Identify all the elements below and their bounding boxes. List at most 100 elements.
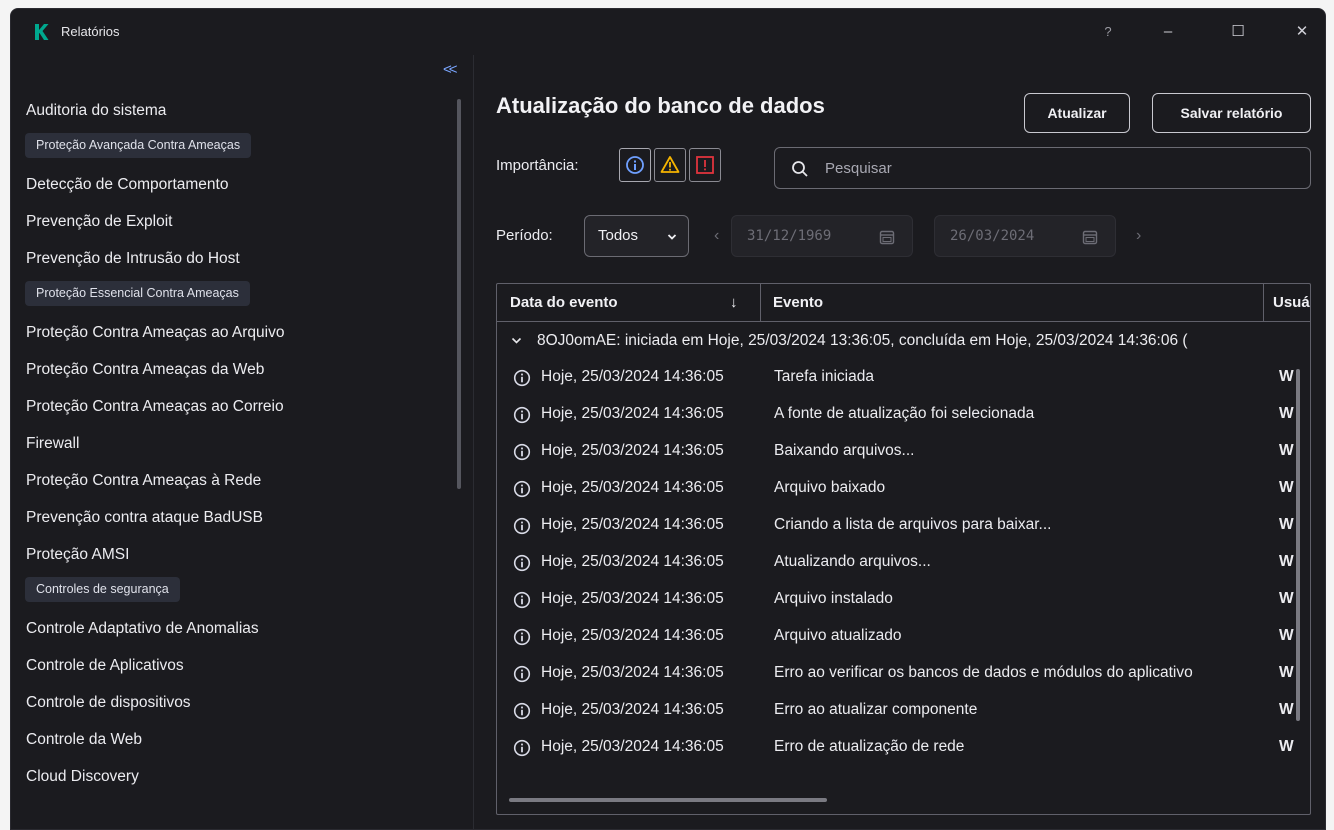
event-description: Criando a lista de arquivos para baixar.…: [774, 516, 1052, 533]
search-field[interactable]: Pesquisar: [774, 147, 1311, 189]
filter-error-toggle[interactable]: [689, 148, 721, 182]
event-user: W: [1279, 553, 1294, 570]
info-icon: [513, 628, 531, 646]
column-event-header[interactable]: Evento: [773, 284, 823, 322]
sidebar-item[interactable]: Prevenção de Exploit: [25, 203, 463, 240]
event-user: W: [1279, 627, 1294, 644]
minimize-button[interactable]: –: [1155, 19, 1181, 45]
importance-label: Importância:: [496, 157, 579, 174]
table-row[interactable]: Hoje, 25/03/2024 14:36:05 A fonte de atua…: [497, 396, 1310, 433]
table-row[interactable]: Hoje, 25/03/2024 14:36:05 Tarefa iniciada…: [497, 359, 1310, 396]
info-icon: [626, 156, 644, 174]
event-user: W: [1279, 405, 1294, 422]
sidebar-item[interactable]: Auditoria do sistema: [25, 92, 463, 129]
info-icon: [513, 517, 531, 535]
error-icon: [696, 156, 714, 174]
event-description: Arquivo baixado: [774, 479, 886, 496]
table-row[interactable]: Hoje, 25/03/2024 14:36:05 Baixando arquiv…: [497, 433, 1310, 470]
sidebar-item[interactable]: Controle de dispositivos: [25, 684, 463, 721]
event-user: W: [1279, 368, 1294, 385]
event-description: Arquivo atualizado: [774, 627, 902, 644]
column-date-header[interactable]: Data do evento: [510, 284, 618, 322]
column-separator[interactable]: [760, 284, 761, 322]
date-from-value: 31/12/1969: [747, 228, 832, 244]
table-row[interactable]: Hoje, 25/03/2024 14:36:05 Arquivo atualiz…: [497, 618, 1310, 655]
event-user: W: [1279, 738, 1294, 755]
event-date: Hoje, 25/03/2024 14:36:05: [541, 405, 724, 422]
sort-down-icon[interactable]: ↓: [730, 284, 738, 322]
collapse-sidebar-button[interactable]: <<: [443, 61, 457, 78]
info-icon: [513, 369, 531, 387]
sidebar-item[interactable]: Prevenção de Intrusão do Host: [25, 240, 463, 277]
event-date: Hoje, 25/03/2024 14:36:05: [541, 738, 724, 755]
event-date: Hoje, 25/03/2024 14:36:05: [541, 479, 724, 496]
next-period-icon[interactable]: ›: [1136, 227, 1141, 245]
event-description: Arquivo instalado: [774, 590, 893, 607]
table-row[interactable]: Hoje, 25/03/2024 14:36:05 Atualizando arq…: [497, 544, 1310, 581]
event-date: Hoje, 25/03/2024 14:36:05: [541, 553, 724, 570]
event-user: W: [1279, 664, 1294, 681]
sidebar-group: Proteção Essencial Contra Ameaças: [25, 277, 463, 314]
save-report-button[interactable]: Salvar relatório: [1152, 93, 1311, 133]
main-panel: Atualização do banco de dados Atualizar …: [474, 55, 1325, 829]
sidebar-item[interactable]: Controle Adaptativo de Anomalias: [25, 610, 463, 647]
event-date: Hoje, 25/03/2024 14:36:05: [541, 664, 724, 681]
period-label: Período:: [496, 227, 553, 244]
chevron-down-icon[interactable]: [511, 337, 522, 345]
event-description: A fonte de atualização foi selecionada: [774, 405, 1035, 422]
sidebar-item[interactable]: Detecção de Comportamento: [25, 166, 463, 203]
event-description: Tarefa iniciada: [774, 368, 874, 385]
event-user: W: [1279, 516, 1294, 533]
table-row[interactable]: Hoje, 25/03/2024 14:36:05 Arquivo instala…: [497, 581, 1310, 618]
period-select[interactable]: Todos: [584, 215, 689, 257]
column-separator[interactable]: [1263, 284, 1264, 322]
previous-period-icon[interactable]: ‹: [714, 227, 719, 245]
chevron-down-icon: [667, 234, 677, 240]
sidebar-item[interactable]: Cloud Discovery: [25, 758, 463, 795]
refresh-button[interactable]: Atualizar: [1024, 93, 1130, 133]
sidebar-group-label: Controles de segurança: [25, 577, 180, 602]
maximize-button[interactable]: ☐: [1225, 19, 1251, 45]
event-date: Hoje, 25/03/2024 14:36:05: [541, 627, 724, 644]
sidebar: << Auditoria do sistema Proteção Avançada…: [11, 55, 473, 829]
date-to-field[interactable]: 26/03/2024: [934, 215, 1116, 257]
info-icon: [513, 554, 531, 572]
table-row[interactable]: Hoje, 25/03/2024 14:36:05 Erro ao atualiz…: [497, 692, 1310, 729]
filter-warning-toggle[interactable]: [654, 148, 686, 182]
event-user: W: [1279, 590, 1294, 607]
table-row[interactable]: Hoje, 25/03/2024 14:36:05 Arquivo baixado…: [497, 470, 1310, 507]
search-icon: [792, 161, 808, 177]
sidebar-scrollbar[interactable]: [457, 99, 461, 489]
help-button[interactable]: ?: [1095, 19, 1121, 45]
table-vertical-scrollbar[interactable]: [1296, 369, 1300, 721]
close-button[interactable]: ✕: [1289, 19, 1315, 45]
table-row[interactable]: Hoje, 25/03/2024 14:36:05 Criando a lista…: [497, 507, 1310, 544]
sidebar-item[interactable]: Firewall: [25, 425, 463, 462]
info-icon: [513, 480, 531, 498]
table-row[interactable]: Hoje, 25/03/2024 14:36:05 Erro de atualiz…: [497, 729, 1310, 766]
filter-info-toggle[interactable]: [619, 148, 651, 182]
event-user: W: [1279, 701, 1294, 718]
sidebar-item[interactable]: Proteção Contra Ameaças ao Arquivo: [25, 314, 463, 351]
event-user: W: [1279, 442, 1294, 459]
sidebar-item[interactable]: Proteção Contra Ameaças da Web: [25, 351, 463, 388]
sidebar-item[interactable]: Proteção Contra Ameaças ao Correio: [25, 388, 463, 425]
date-from-field[interactable]: 31/12/1969: [731, 215, 913, 257]
sidebar-item[interactable]: Controle de Aplicativos: [25, 647, 463, 684]
sidebar-group: Controles de segurança: [25, 573, 463, 610]
info-icon: [513, 443, 531, 461]
sidebar-item[interactable]: Prevenção contra ataque BadUSB: [25, 499, 463, 536]
column-user-header[interactable]: Usuá: [1273, 284, 1310, 322]
sidebar-item[interactable]: Proteção Contra Ameaças à Rede: [25, 462, 463, 499]
warning-icon: [660, 156, 680, 173]
sidebar-item[interactable]: Proteção AMSI: [25, 536, 463, 573]
task-group-row[interactable]: 8OJ0omAE: iniciada em Hoje, 25/03/2024 1…: [497, 322, 1310, 359]
event-description: Erro ao verificar os bancos de dados e m…: [774, 664, 1193, 681]
info-icon: [513, 406, 531, 424]
info-icon: [513, 702, 531, 720]
table-horizontal-scrollbar[interactable]: [509, 798, 827, 802]
event-description: Baixando arquivos...: [774, 442, 915, 459]
table-row[interactable]: Hoje, 25/03/2024 14:36:05 Erro ao verific…: [497, 655, 1310, 692]
event-date: Hoje, 25/03/2024 14:36:05: [541, 701, 724, 718]
sidebar-item[interactable]: Controle da Web: [25, 721, 463, 758]
